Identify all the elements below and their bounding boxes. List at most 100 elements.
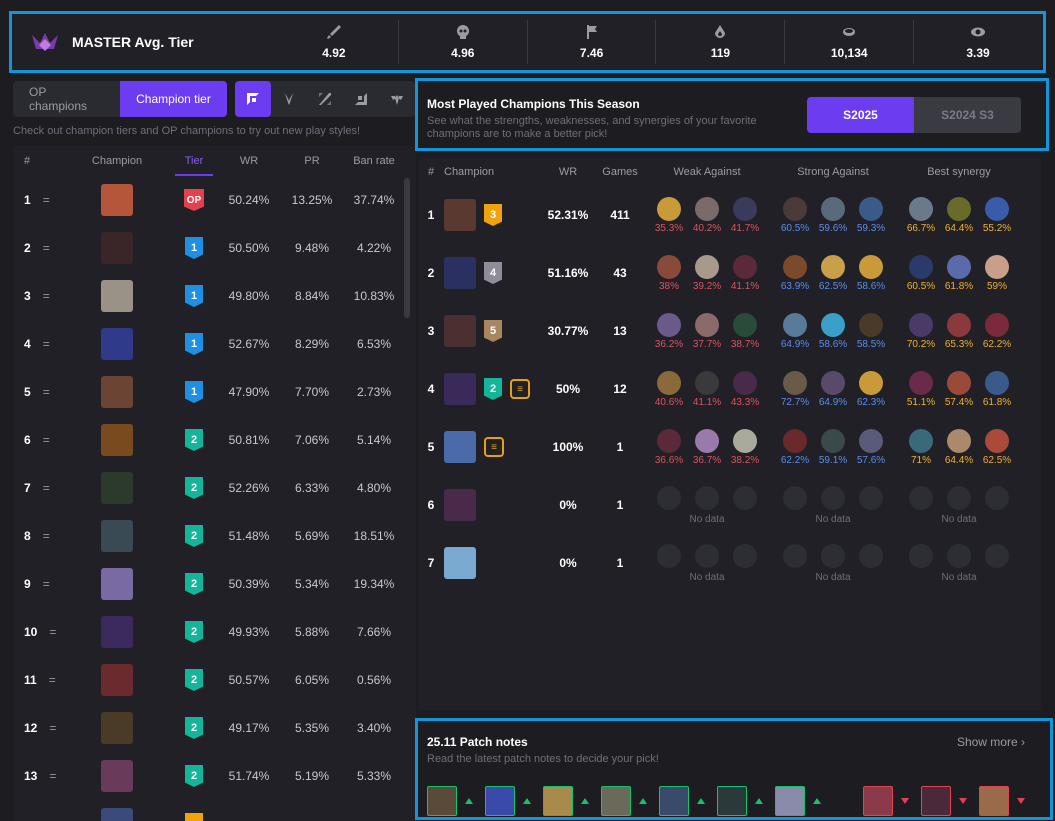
matchup-champion[interactable]: 55.2%: [981, 196, 1013, 234]
table-row[interactable]: 5 = 1 47.90% 7.70% 2.73%: [13, 368, 416, 416]
patch-champion[interactable]: [601, 786, 647, 816]
matchup-champion[interactable]: 61.8%: [943, 254, 975, 292]
matchup-champion[interactable]: 62.5%: [817, 254, 849, 292]
matchup-champion[interactable]: 36.6%: [653, 428, 685, 466]
table-row[interactable]: 6 0% 1 No data No data No data: [418, 476, 1041, 534]
table-row[interactable]: [13, 800, 416, 821]
champion-avatar[interactable]: [444, 315, 476, 347]
matchup-champion[interactable]: 58.6%: [855, 254, 887, 292]
matchup-champion[interactable]: 71%: [905, 428, 937, 466]
champion-avatar[interactable]: [444, 547, 476, 579]
table-row[interactable]: 1 = OP 50.24% 13.25% 37.74%: [13, 176, 416, 224]
champion-avatar[interactable]: [101, 760, 133, 792]
matchup-champion[interactable]: 36.2%: [653, 312, 685, 350]
matchup-champion[interactable]: 59.6%: [817, 196, 849, 234]
matchup-champion[interactable]: 58.5%: [855, 312, 887, 350]
matchup-champion[interactable]: 64.9%: [779, 312, 811, 350]
champion-avatar[interactable]: [101, 616, 133, 648]
table-row[interactable]: 8 = 2 51.48% 5.69% 18.51%: [13, 512, 416, 560]
champion-avatar[interactable]: [101, 328, 133, 360]
table-row[interactable]: 9 = 2 50.39% 5.34% 19.34%: [13, 560, 416, 608]
champion-avatar[interactable]: [101, 280, 133, 312]
role-adc-button[interactable]: [343, 81, 379, 117]
champion-avatar[interactable]: [101, 424, 133, 456]
champion-avatar[interactable]: [444, 373, 476, 405]
matchup-champion[interactable]: 41.1%: [691, 370, 723, 408]
matchup-champion[interactable]: 57.6%: [855, 428, 887, 466]
matchup-champion[interactable]: 63.9%: [779, 254, 811, 292]
role-support-button[interactable]: [379, 81, 415, 117]
matchup-champion[interactable]: 35.3%: [653, 196, 685, 234]
champion-avatar[interactable]: [444, 257, 476, 289]
table-row[interactable]: 12 = 2 49.17% 5.35% 3.40%: [13, 704, 416, 752]
col-ban-rate[interactable]: Ban rate: [345, 155, 403, 167]
matchup-champion[interactable]: 41.1%: [729, 254, 761, 292]
matchup-champion[interactable]: 41.7%: [729, 196, 761, 234]
matchup-champion[interactable]: 62.2%: [981, 312, 1013, 350]
table-row[interactable]: 2 = 1 50.50% 9.48% 4.22%: [13, 224, 416, 272]
table-row[interactable]: 11 = 2 50.57% 6.05% 0.56%: [13, 656, 416, 704]
matchup-champion[interactable]: 62.2%: [779, 428, 811, 466]
patch-champion[interactable]: [775, 786, 821, 816]
matchup-champion[interactable]: 40.2%: [691, 196, 723, 234]
season-s2025-button[interactable]: S2025: [807, 97, 914, 133]
matchup-champion[interactable]: 37.7%: [691, 312, 723, 350]
matchup-champion[interactable]: 59%: [981, 254, 1013, 292]
matchup-champion[interactable]: 66.7%: [905, 196, 937, 234]
matchup-champion[interactable]: 38%: [653, 254, 685, 292]
matchup-champion[interactable]: 43.3%: [729, 370, 761, 408]
champion-avatar[interactable]: [101, 376, 133, 408]
matchup-champion[interactable]: 64.4%: [943, 428, 975, 466]
matchup-champion[interactable]: 64.4%: [943, 196, 975, 234]
table-row[interactable]: 6 = 2 50.81% 7.06% 5.14%: [13, 416, 416, 464]
tier-table-scrollbar[interactable]: [404, 178, 410, 318]
matchup-champion[interactable]: 39.2%: [691, 254, 723, 292]
table-row[interactable]: 4 = 1 52.67% 8.29% 6.53%: [13, 320, 416, 368]
champion-avatar[interactable]: [444, 431, 476, 463]
champion-avatar[interactable]: [101, 712, 133, 744]
champion-avatar[interactable]: [101, 184, 133, 216]
champion-avatar[interactable]: [101, 232, 133, 264]
table-row[interactable]: 7 0% 1 No data No data No data: [418, 534, 1041, 592]
op-champions-tab[interactable]: OP champions: [13, 81, 120, 117]
matchup-champion[interactable]: 60.5%: [779, 196, 811, 234]
patch-champion[interactable]: [863, 786, 909, 816]
season-s2024-s3-button[interactable]: S2024 S3: [914, 97, 1021, 133]
matchup-champion[interactable]: 36.7%: [691, 428, 723, 466]
table-row[interactable]: 3 5 30.77% 13 36.2% 37.7% 38.7% 64.9% 58.6% 58.5%…: [418, 302, 1041, 360]
table-row[interactable]: 2 4 51.16% 43 38% 39.2% 41.1% 63.9% 62.5% 58.6% 60…: [418, 244, 1041, 302]
champion-avatar[interactable]: [101, 472, 133, 504]
champion-avatar[interactable]: [101, 664, 133, 696]
table-row[interactable]: 5 ≡ 100% 1 36.6% 36.7% 38.2% 62.2% 59.1% 57.6% 71%…: [418, 418, 1041, 476]
patch-champion[interactable]: [427, 786, 473, 816]
matchup-champion[interactable]: 51.1%: [905, 370, 937, 408]
matchup-champion[interactable]: 40.6%: [653, 370, 685, 408]
matchup-champion[interactable]: 59.1%: [817, 428, 849, 466]
role-mid-button[interactable]: [307, 81, 343, 117]
table-row[interactable]: 4 2 ≡ 50% 12 40.6% 41.1% 43.3% 72.7% 64.9% 62.3% 51…: [418, 360, 1041, 418]
role-jungle-button[interactable]: [271, 81, 307, 117]
matchup-champion[interactable]: 60.5%: [905, 254, 937, 292]
patch-champion[interactable]: [979, 786, 1025, 816]
matchup-champion[interactable]: 38.2%: [729, 428, 761, 466]
table-row[interactable]: 3 = 1 49.80% 8.84% 10.83%: [13, 272, 416, 320]
col-pr[interactable]: PR: [279, 155, 345, 167]
matchup-champion[interactable]: 57.4%: [943, 370, 975, 408]
table-row[interactable]: 13 = 2 51.74% 5.19% 5.33%: [13, 752, 416, 800]
col-tier[interactable]: Tier: [169, 146, 219, 176]
matchup-champion[interactable]: 62.5%: [981, 428, 1013, 466]
matchup-champion[interactable]: 61.8%: [981, 370, 1013, 408]
patch-champion[interactable]: [659, 786, 705, 816]
matchup-champion[interactable]: 38.7%: [729, 312, 761, 350]
patch-champion[interactable]: [543, 786, 589, 816]
role-top-button[interactable]: [235, 81, 271, 117]
table-row[interactable]: 10 = 2 49.93% 5.88% 7.66%: [13, 608, 416, 656]
table-row[interactable]: 1 3 52.31% 411 35.3% 40.2% 41.7% 60.5% 59.6% 59.3…: [418, 186, 1041, 244]
champion-avatar[interactable]: [101, 808, 133, 821]
patch-champion[interactable]: [485, 786, 531, 816]
matchup-champion[interactable]: 62.3%: [855, 370, 887, 408]
champion-avatar[interactable]: [444, 199, 476, 231]
show-more-link[interactable]: Show more ›: [957, 735, 1025, 749]
matchup-champion[interactable]: 64.9%: [817, 370, 849, 408]
matchup-champion[interactable]: 58.6%: [817, 312, 849, 350]
